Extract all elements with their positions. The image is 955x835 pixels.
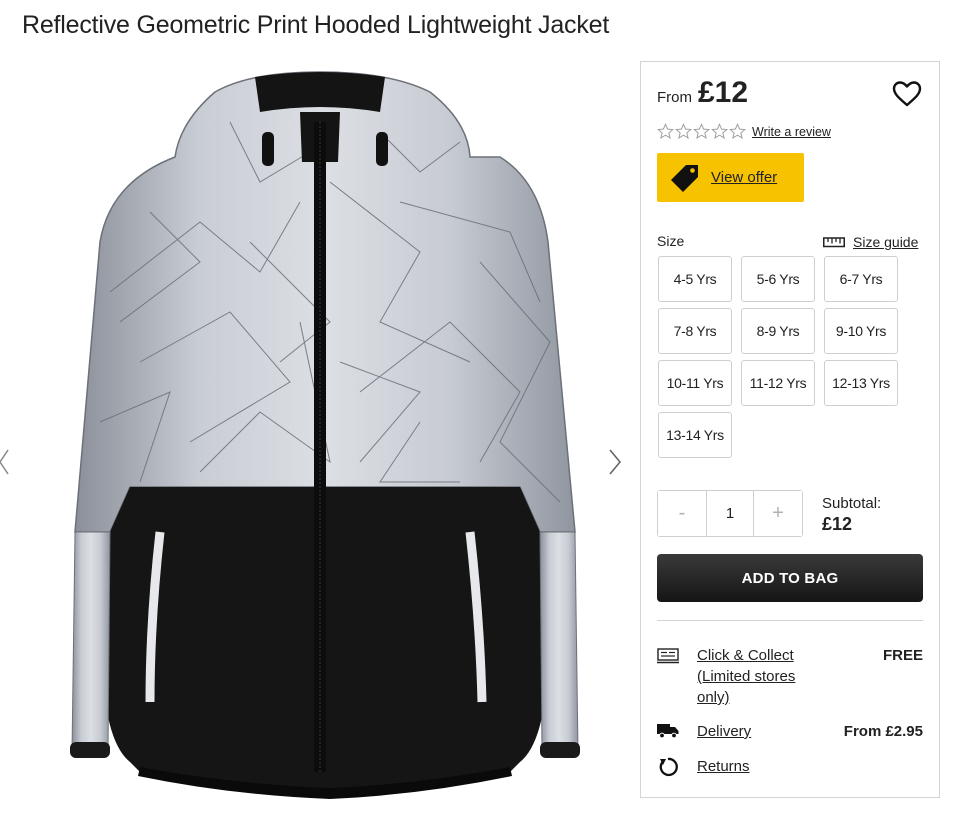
heart-icon (892, 81, 922, 107)
star-icon (729, 123, 746, 139)
price-from-label: From (657, 89, 692, 106)
reflective-jacket-image (70, 71, 580, 799)
rating-row: Write a review (657, 123, 831, 140)
returns-row: Returns (657, 756, 923, 778)
delivery-link[interactable]: Delivery (697, 721, 751, 742)
price-value: £12 (698, 76, 749, 109)
price-row: From £12 (657, 76, 748, 110)
star-icon (657, 123, 674, 139)
quantity-increment-button[interactable]: + (754, 491, 802, 536)
star-rating (657, 123, 746, 140)
size-option[interactable]: 8-9 Yrs (741, 308, 815, 354)
subtotal-label: Subtotal: (822, 495, 882, 512)
size-label: Size (657, 233, 685, 249)
quantity-input[interactable]: 1 (706, 491, 754, 536)
star-icon (675, 123, 692, 139)
click-collect-row: Click & Collect (Limited stores only) FR… (657, 645, 923, 709)
size-option[interactable]: 10-11 Yrs (658, 360, 732, 406)
add-to-bag-button[interactable]: ADD TO BAG (657, 554, 923, 602)
star-icon (711, 123, 728, 139)
chevron-left-icon (0, 449, 9, 475)
write-review-link[interactable]: Write a review (752, 125, 831, 139)
size-option[interactable]: 4-5 Yrs (658, 256, 732, 302)
wishlist-button[interactable] (891, 78, 923, 110)
view-offer-button[interactable]: View offer (657, 153, 804, 202)
returns-link[interactable]: Returns (697, 756, 750, 777)
size-option[interactable]: 11-12 Yrs (741, 360, 815, 406)
size-option[interactable]: 7-8 Yrs (658, 308, 732, 354)
click-collect-price: FREE (882, 647, 923, 664)
product-gallery (0, 62, 632, 835)
click-collect-icon (657, 648, 679, 664)
divider (657, 620, 923, 621)
size-option[interactable]: 9-10 Yrs (824, 308, 898, 354)
chevron-right-icon (609, 449, 622, 475)
view-offer-label: View offer (711, 169, 778, 186)
subtotal: Subtotal: £12 (822, 495, 881, 535)
size-option[interactable]: 13-14 Yrs (658, 412, 732, 458)
product-purchase-panel: From £12 Write a review View offer Size (640, 61, 940, 798)
gallery-prev-button[interactable] (0, 442, 14, 482)
ruler-icon (823, 237, 845, 248)
size-guide-label: Size guide (853, 234, 919, 250)
star-icon (693, 123, 710, 139)
size-option[interactable]: 6-7 Yrs (824, 256, 898, 302)
size-option[interactable]: 5-6 Yrs (741, 256, 815, 302)
returns-icon (659, 757, 678, 777)
delivery-row: Delivery From £2.95 (657, 721, 923, 743)
page-title: Reflective Geometric Print Hooded Lightw… (22, 11, 610, 39)
quantity-decrement-button[interactable]: - (658, 491, 706, 536)
quantity-stepper: - 1 + (657, 490, 803, 537)
subtotal-value: £12 (822, 514, 853, 534)
size-option[interactable]: 12-13 Yrs (824, 360, 898, 406)
truck-icon (657, 724, 679, 739)
gallery-next-button[interactable] (600, 442, 630, 482)
delivery-price: From £2.95 (843, 723, 923, 740)
size-guide-link[interactable]: Size guide (823, 234, 918, 250)
tag-icon (671, 164, 698, 192)
size-options: 4-5 Yrs 5-6 Yrs 6-7 Yrs 7-8 Yrs 8-9 Yrs … (658, 256, 898, 458)
click-collect-link[interactable]: Click & Collect (Limited stores only) (697, 645, 817, 708)
